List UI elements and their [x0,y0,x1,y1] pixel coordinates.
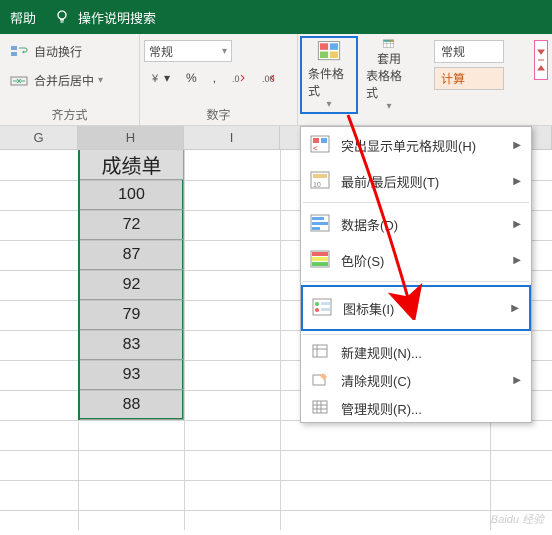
table-cell[interactable]: 83 [80,330,184,360]
menu-label: 清除规则(C) [341,371,411,390]
menu-label: 新建规则(N)... [341,343,422,362]
menu-new-rule[interactable]: 新建规则(N)... [301,338,531,366]
comma-button[interactable]: , [207,68,222,88]
number-format-value: 常规 [149,43,222,60]
table-cell[interactable]: 72 [80,210,184,240]
table-cell[interactable]: 87 [80,240,184,270]
menu-icon-sets[interactable]: 图标集(I) ▶ [301,285,531,331]
merge-center-label: 合并后居中 [34,72,94,89]
table-cell[interactable]: 88 [80,390,184,420]
manage-rules-icon [309,397,331,419]
chevron-down-icon: ▾ [222,46,227,57]
col-header-i[interactable]: I [184,126,280,149]
conditional-format-menu: < 突出显示单元格规则(H) ▶ 10 最前/最后规则(T) ▶ 数据条(D) ▶ 色… [300,126,532,423]
cell-style-normal[interactable]: 常规 [434,40,504,63]
menu-label: 最前/最后规则(T) [341,172,439,191]
menu-label: 图标集(I) [343,299,394,318]
top-bottom-icon: 10 [309,170,331,192]
submenu-arrow-icon: ▶ [513,140,521,151]
chevron-down-icon: ▾ [386,101,391,112]
menu-color-scales[interactable]: 色阶(S) ▶ [301,242,531,278]
percent-button[interactable]: % [180,68,203,88]
menu-top-bottom-rules[interactable]: 10 最前/最后规则(T) ▶ [301,163,531,199]
chevron-down-icon: ▾ [326,99,331,110]
alignment-group-label: 齐方式 [0,106,139,126]
submenu-arrow-icon: ▶ [513,255,521,266]
help-label[interactable]: 帮助 [10,8,36,27]
menu-label: 色阶(S) [341,251,384,270]
svg-text:10: 10 [313,182,321,189]
format-table-label2: 表格格式 [366,67,412,101]
chevron-down-icon: ▾ [98,75,103,86]
number-format-combo[interactable]: 常规 ▾ [144,40,232,62]
decrease-decimal-button[interactable]: .00 [256,68,282,88]
menu-manage-rules[interactable]: 管理规则(R)... [301,394,531,422]
watermark: Baidu 经验 [491,511,544,527]
submenu-arrow-icon: ▶ [513,375,521,386]
increase-decimal-button[interactable]: .0 [226,68,252,88]
svg-text:¥: ¥ [151,73,159,85]
svg-text:<: < [313,144,318,153]
clear-rules-icon [309,369,331,391]
table-header-cell[interactable]: 成绩单 [80,150,184,180]
wrap-text-label: 自动换行 [34,43,82,60]
menu-highlight-rules[interactable]: < 突出显示单元格规则(H) ▶ [301,127,531,163]
menu-label: 数据条(D) [341,215,398,234]
submenu-arrow-icon: ▶ [511,303,519,314]
col-header-g[interactable]: G [0,126,78,149]
menu-data-bars[interactable]: 数据条(D) ▶ [301,206,531,242]
table-cell[interactable]: 92 [80,270,184,300]
submenu-arrow-icon: ▶ [513,219,521,230]
submenu-arrow-icon: ▶ [513,176,521,187]
menu-label: 突出显示单元格规则(H) [341,136,476,155]
menu-clear-rules[interactable]: 清除规则(C) ▶ [301,366,531,394]
bulb-icon [54,9,70,25]
format-as-table-button[interactable]: 套用 表格格式 ▾ [360,36,418,114]
number-group-label: 数字 [140,106,297,126]
merge-center-button[interactable]: 合并后居中 ▾ [4,69,109,92]
menu-label: 管理规则(R)... [341,399,422,418]
data-bars-icon [309,213,331,235]
svg-text:.0: .0 [232,74,240,84]
col-header-h[interactable]: H [78,126,184,149]
format-table-label1: 套用 [377,50,401,67]
highlight-rules-icon: < [309,134,331,156]
conditional-formatting-label: 条件格式 [308,65,350,99]
conditional-formatting-button[interactable]: 条件格式 ▾ [300,36,358,114]
style-gallery-scroll[interactable] [534,40,548,80]
color-scales-icon [309,249,331,271]
table-cell[interactable]: 93 [80,360,184,390]
currency-button[interactable]: ¥▾ [144,68,176,88]
table-cell[interactable]: 79 [80,300,184,330]
tell-me-search[interactable]: 操作说明搜索 [78,8,156,27]
cell-style-calc[interactable]: 计算 [434,67,504,90]
new-rule-icon [309,341,331,363]
table-cell[interactable]: 100 [80,180,184,210]
wrap-text-button[interactable]: 自动换行 [4,40,88,63]
icon-sets-icon [311,297,333,319]
